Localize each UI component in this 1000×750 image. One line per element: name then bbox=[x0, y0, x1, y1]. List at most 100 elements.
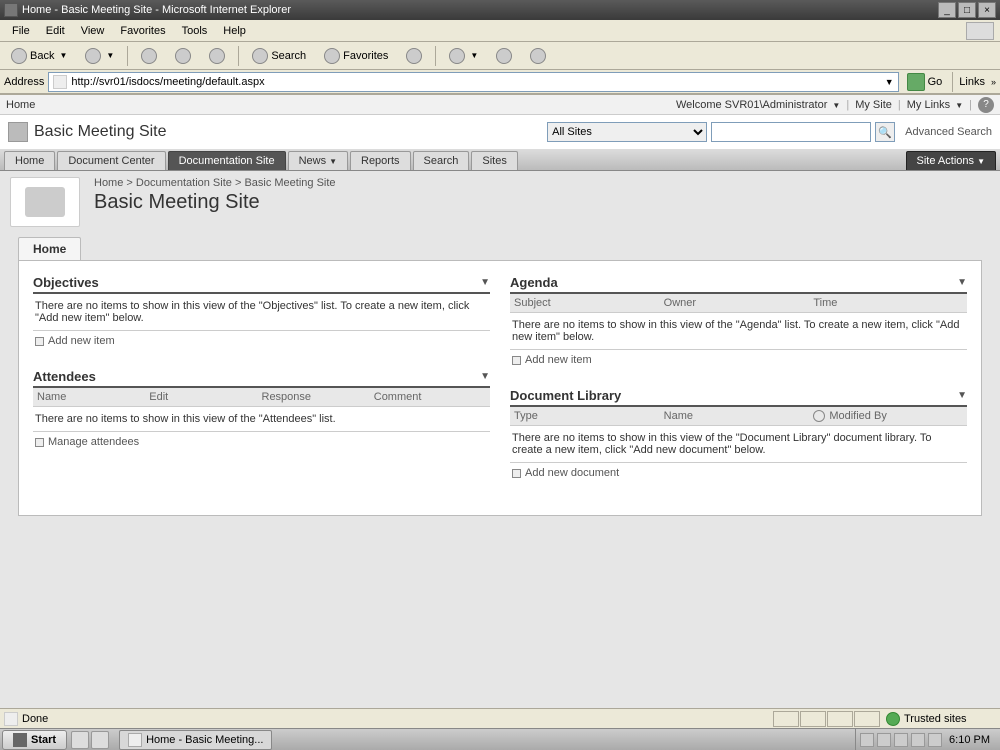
manage-attendees-link[interactable]: Manage attendees bbox=[33, 431, 490, 452]
url-dropdown-icon[interactable]: ▼ bbox=[885, 77, 894, 87]
tab-home[interactable]: Home bbox=[4, 151, 55, 170]
menu-view[interactable]: View bbox=[73, 23, 113, 39]
favorites-label: Favorites bbox=[343, 50, 388, 62]
print-button[interactable] bbox=[489, 45, 519, 67]
doclib-webpart: Document Library▼ Type Name Modified By … bbox=[510, 388, 967, 483]
forward-icon bbox=[85, 48, 101, 64]
mylinks-link[interactable]: My Links ▼ bbox=[907, 99, 963, 111]
clock[interactable]: 6:10 PM bbox=[945, 734, 994, 746]
links-chevron-icon[interactable]: » bbox=[991, 77, 996, 87]
col-subject[interactable]: Subject bbox=[514, 297, 664, 309]
tray-icon[interactable] bbox=[911, 733, 925, 747]
agenda-menu-icon[interactable]: ▼ bbox=[957, 277, 967, 288]
mail-button[interactable]: ▼ bbox=[442, 45, 485, 67]
search-icon bbox=[252, 48, 268, 64]
tab-document-center[interactable]: Document Center bbox=[57, 151, 165, 170]
advanced-search-link[interactable]: Advanced Search bbox=[905, 126, 992, 138]
restore-button[interactable]: □ bbox=[958, 2, 976, 18]
objectives-add-link[interactable]: Add new item bbox=[33, 330, 490, 351]
tab-sites[interactable]: Sites bbox=[471, 151, 517, 170]
agenda-columns: Subject Owner Time bbox=[510, 294, 967, 313]
edit-button[interactable] bbox=[523, 45, 553, 67]
doclib-title: Document Library bbox=[510, 388, 621, 403]
tab-reports[interactable]: Reports bbox=[350, 151, 411, 170]
star-icon bbox=[324, 48, 340, 64]
objectives-webpart: Objectives▼ There are no items to show i… bbox=[33, 275, 490, 351]
tab-news[interactable]: News▼ bbox=[288, 151, 348, 170]
menu-tools[interactable]: Tools bbox=[174, 23, 216, 39]
quicklaunch-icon[interactable] bbox=[71, 731, 89, 749]
links-label[interactable]: Links bbox=[959, 76, 985, 88]
forward-button[interactable]: ▼ bbox=[78, 45, 121, 67]
search-scope-select[interactable]: All Sites bbox=[547, 122, 707, 142]
search-go-button[interactable]: 🔍 bbox=[875, 122, 895, 142]
quicklaunch-icon[interactable] bbox=[91, 731, 109, 749]
col-time[interactable]: Time bbox=[813, 297, 963, 309]
tray-icon[interactable] bbox=[894, 733, 908, 747]
close-button[interactable]: × bbox=[978, 2, 996, 18]
add-icon bbox=[512, 356, 521, 365]
doclib-empty-text: There are no items to show in this view … bbox=[510, 426, 967, 462]
attendees-menu-icon[interactable]: ▼ bbox=[480, 371, 490, 382]
security-zone[interactable]: Trusted sites bbox=[886, 712, 996, 726]
subtab-home[interactable]: Home bbox=[18, 237, 81, 260]
right-column: Agenda▼ Subject Owner Time There are no … bbox=[510, 275, 967, 501]
start-button[interactable]: Start bbox=[2, 730, 67, 750]
crumb-bms[interactable]: Basic Meeting Site bbox=[244, 177, 335, 189]
agenda-webpart: Agenda▼ Subject Owner Time There are no … bbox=[510, 275, 967, 370]
task-ie[interactable]: Home - Basic Meeting... bbox=[119, 730, 272, 750]
manage-icon bbox=[35, 438, 44, 447]
menu-edit[interactable]: Edit bbox=[38, 23, 73, 39]
sp-global-bar: Home Welcome SVR01\Administrator ▼ | My … bbox=[0, 95, 1000, 115]
col-comment[interactable]: Comment bbox=[374, 391, 486, 403]
col-name[interactable]: Name bbox=[37, 391, 149, 403]
col-response[interactable]: Response bbox=[262, 391, 374, 403]
sp-home-link[interactable]: Home bbox=[6, 99, 35, 111]
objectives-empty-text: There are no items to show in this view … bbox=[33, 294, 490, 330]
crumb-docsite[interactable]: Documentation Site bbox=[136, 177, 232, 189]
col-owner[interactable]: Owner bbox=[664, 297, 814, 309]
home-button[interactable] bbox=[202, 45, 232, 67]
mysite-link[interactable]: My Site bbox=[855, 99, 892, 111]
tray-icon[interactable] bbox=[877, 733, 891, 747]
menu-help[interactable]: Help bbox=[215, 23, 254, 39]
trusted-label: Trusted sites bbox=[904, 713, 967, 725]
col-modifiedby[interactable]: Modified By bbox=[813, 410, 963, 422]
search-input[interactable] bbox=[711, 122, 871, 142]
crumb-home[interactable]: Home bbox=[94, 177, 123, 189]
tray-icon[interactable] bbox=[928, 733, 942, 747]
back-button[interactable]: Back▼ bbox=[4, 45, 74, 67]
col-docname[interactable]: Name bbox=[664, 410, 814, 422]
favorites-button[interactable]: Favorites bbox=[317, 45, 395, 67]
help-icon[interactable]: ? bbox=[978, 97, 994, 113]
menu-file[interactable]: File bbox=[4, 23, 38, 39]
menu-bar: File Edit View Favorites Tools Help bbox=[0, 20, 1000, 42]
doclib-menu-icon[interactable]: ▼ bbox=[957, 390, 967, 401]
url-input[interactable]: http://svr01/isdocs/meeting/default.aspx… bbox=[48, 72, 898, 92]
status-cell bbox=[827, 711, 853, 727]
minimize-button[interactable]: _ bbox=[938, 2, 956, 18]
history-button[interactable] bbox=[399, 45, 429, 67]
agenda-add-link[interactable]: Add new item bbox=[510, 349, 967, 370]
objectives-menu-icon[interactable]: ▼ bbox=[480, 277, 490, 288]
col-type[interactable]: Type bbox=[514, 410, 664, 422]
attendees-empty-text: There are no items to show in this view … bbox=[33, 407, 490, 431]
stop-button[interactable] bbox=[134, 45, 164, 67]
tray-icon[interactable] bbox=[860, 733, 874, 747]
breadcrumb: Home > Documentation Site > Basic Meetin… bbox=[94, 177, 336, 189]
go-button[interactable]: Go bbox=[903, 73, 947, 91]
taskbar: Start Home - Basic Meeting... 6:10 PM bbox=[0, 728, 1000, 750]
tab-search[interactable]: Search bbox=[413, 151, 470, 170]
page-title: Basic Meeting Site bbox=[94, 191, 336, 214]
refresh-button[interactable] bbox=[168, 45, 198, 67]
search-button[interactable]: Search bbox=[245, 45, 313, 67]
welcome-user[interactable]: Welcome SVR01\Administrator ▼ bbox=[676, 99, 840, 111]
tab-documentation-site[interactable]: Documentation Site bbox=[168, 151, 286, 170]
col-edit[interactable]: Edit bbox=[149, 391, 261, 403]
window-title: Home - Basic Meeting Site - Microsoft In… bbox=[22, 4, 291, 16]
site-actions-menu[interactable]: Site Actions ▼ bbox=[906, 151, 996, 170]
menu-favorites[interactable]: Favorites bbox=[112, 23, 173, 39]
left-column: Objectives▼ There are no items to show i… bbox=[33, 275, 490, 501]
url-text: http://svr01/isdocs/meeting/default.aspx bbox=[71, 76, 264, 88]
doclib-add-link[interactable]: Add new document bbox=[510, 462, 967, 483]
